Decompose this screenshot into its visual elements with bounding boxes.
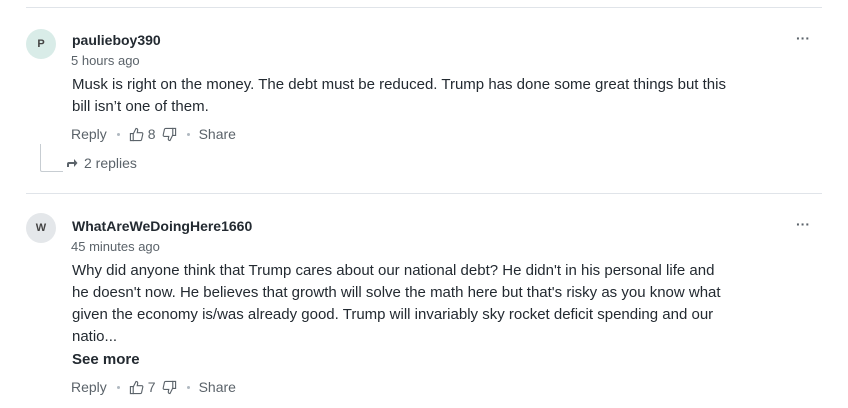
more-options-button[interactable]: ···	[796, 31, 810, 45]
more-options-button[interactable]: ···	[796, 217, 810, 231]
comment-body: Why did anyone think that Trump cares ab…	[72, 260, 782, 348]
comment-body-line: natio...	[72, 328, 118, 345]
comment-body-line: he doesn't now. He believes that growth …	[72, 284, 721, 301]
thumbs-down-icon[interactable]	[162, 380, 177, 395]
comment-actions: Reply 7 Share	[71, 377, 236, 397]
comment-divider	[26, 193, 822, 194]
comment-body-line: given the economy is/was already good. T…	[72, 306, 714, 323]
reply-button[interactable]: Reply	[71, 126, 107, 142]
separator-dot	[116, 385, 120, 389]
avatar[interactable]: W	[26, 213, 56, 243]
share-button[interactable]: Share	[199, 379, 236, 395]
comment-body-line: Musk is right on the money. The debt mus…	[72, 76, 726, 93]
timestamp: 5 hours ago	[71, 53, 140, 68]
top-divider	[26, 7, 822, 8]
separator-dot	[116, 132, 120, 136]
comment-body: Musk is right on the money. The debt mus…	[72, 74, 782, 118]
reply-arrow-icon	[67, 159, 78, 167]
replies-label: 2 replies	[84, 155, 137, 171]
like-count: 7	[147, 379, 156, 395]
avatar-letter: P	[37, 38, 45, 50]
username[interactable]: paulieboy390	[72, 32, 161, 48]
avatar-letter: W	[35, 222, 47, 234]
comment-body-line: Why did anyone think that Trump cares ab…	[72, 262, 715, 279]
comment-actions: Reply 8 Share	[71, 124, 236, 144]
avatar[interactable]: P	[26, 29, 56, 59]
thumbs-up-icon[interactable]	[129, 380, 144, 395]
like-count: 8	[147, 126, 156, 142]
separator-dot	[186, 385, 190, 389]
thumbs-down-icon[interactable]	[162, 127, 177, 142]
username[interactable]: WhatAreWeDoingHere1660	[72, 218, 252, 234]
comment-body-line: bill isn’t one of them.	[72, 98, 209, 115]
view-replies-button[interactable]: 2 replies	[66, 155, 137, 171]
separator-dot	[186, 132, 190, 136]
timestamp: 45 minutes ago	[71, 239, 160, 254]
reply-button[interactable]: Reply	[71, 379, 107, 395]
thumbs-up-icon[interactable]	[129, 127, 144, 142]
share-button[interactable]: Share	[199, 126, 236, 142]
thread-line	[40, 144, 63, 172]
see-more-link[interactable]: See more	[72, 351, 140, 368]
